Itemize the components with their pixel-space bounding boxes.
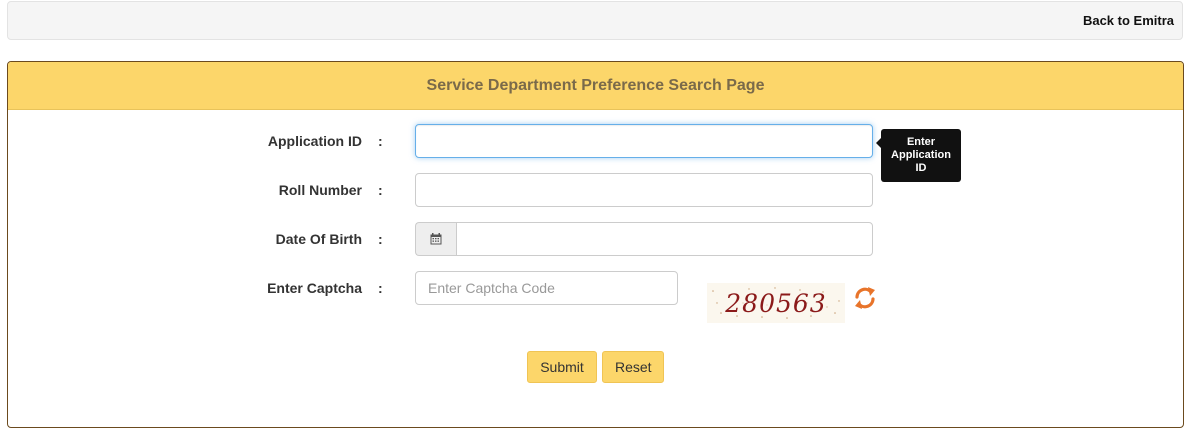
- colon: :: [378, 231, 383, 247]
- top-bar: Back to Emitra: [7, 1, 1183, 40]
- captcha-image: 280563: [707, 283, 845, 323]
- colon: :: [378, 133, 383, 149]
- colon: :: [378, 280, 383, 296]
- application-id-label: Application ID: [267, 133, 362, 149]
- application-id-tooltip: Enter Application ID: [876, 129, 961, 182]
- back-to-emitra-link[interactable]: Back to Emitra: [1083, 13, 1174, 28]
- date-of-birth-input[interactable]: [456, 222, 873, 256]
- tooltip-arrow: [876, 138, 881, 148]
- reset-button[interactable]: Reset: [602, 351, 664, 383]
- panel-title: Service Department Preference Search Pag…: [8, 62, 1183, 110]
- captcha-input[interactable]: [415, 271, 678, 305]
- colon: :: [378, 182, 383, 198]
- application-id-input[interactable]: [415, 124, 873, 158]
- captcha-label: Enter Captcha: [267, 280, 362, 296]
- calendar-addon[interactable]: [415, 222, 456, 256]
- roll-number-input[interactable]: [415, 173, 873, 207]
- captcha-text: 280563: [724, 289, 826, 318]
- refresh-icon[interactable]: [851, 284, 879, 312]
- roll-number-label: Roll Number: [278, 182, 362, 198]
- calendar-icon: [430, 233, 442, 245]
- date-of-birth-label: Date Of Birth: [275, 231, 362, 247]
- tooltip-text: Enter Application ID: [891, 136, 951, 174]
- submit-button[interactable]: Submit: [527, 351, 597, 383]
